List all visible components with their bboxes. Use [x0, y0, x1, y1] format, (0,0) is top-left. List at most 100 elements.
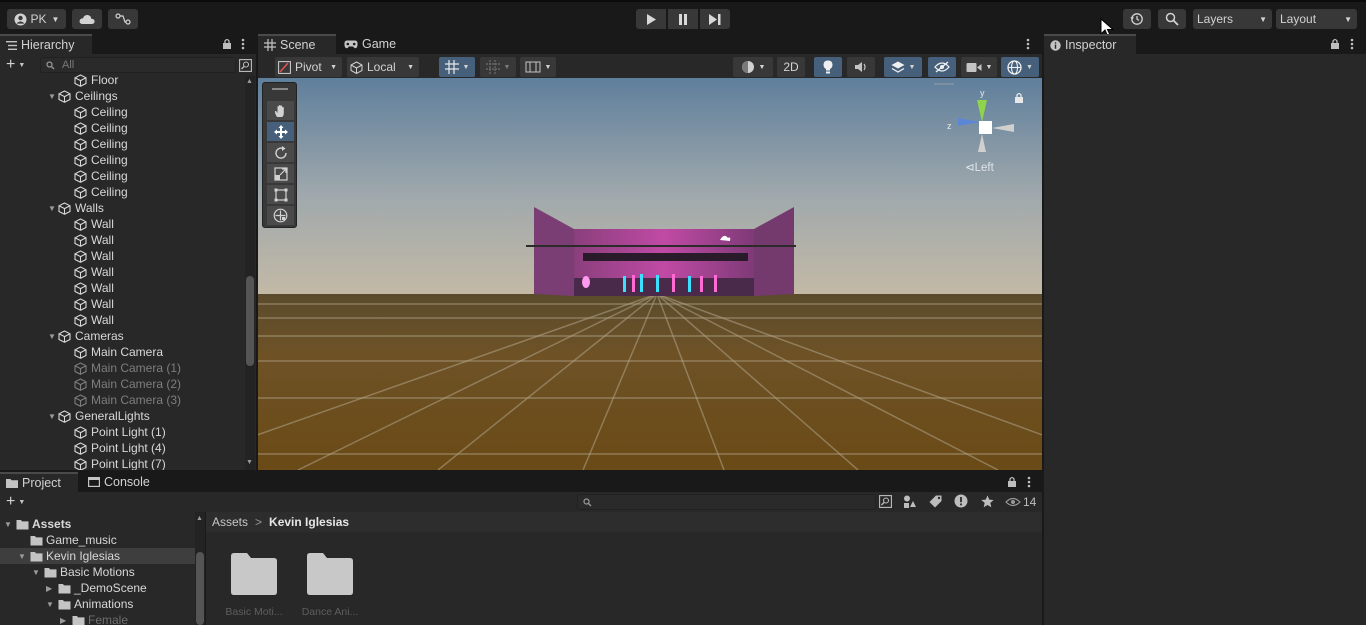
project-tree-scroll-thumb[interactable]: [196, 552, 204, 625]
project-folder-item[interactable]: ▶ Female: [0, 612, 195, 625]
hierarchy-item[interactable]: ▼ Cameras: [48, 328, 124, 344]
filter-type-icon[interactable]: [903, 495, 916, 508]
lock-icon[interactable]: [222, 38, 232, 49]
hierarchy-item[interactable]: ▼ Ceilings: [48, 88, 118, 104]
lock-icon[interactable]: [1007, 476, 1017, 487]
hierarchy-item[interactable]: Wall: [62, 312, 114, 328]
hierarchy-item[interactable]: Ceiling: [62, 168, 128, 184]
project-folder-item[interactable]: ▼ Assets: [0, 516, 195, 532]
scene-search-icon[interactable]: [239, 59, 252, 72]
hierarchy-item[interactable]: Ceiling: [62, 152, 128, 168]
filter-label-icon[interactable]: [929, 495, 942, 508]
breadcrumb-assets[interactable]: Assets: [212, 515, 248, 529]
hierarchy-scrollbar[interactable]: ▲ ▼: [245, 76, 255, 470]
scene-visibility-toggle[interactable]: [928, 57, 956, 77]
pause-button[interactable]: [668, 9, 698, 29]
search-button[interactable]: [1158, 9, 1186, 29]
drag-handle[interactable]: [272, 88, 288, 90]
create-asset-dropdown[interactable]: + ▼: [6, 494, 34, 510]
tab-hierarchy[interactable]: Hierarchy: [0, 34, 92, 54]
grid-snapping-toggle[interactable]: ▼: [439, 57, 475, 77]
create-dropdown[interactable]: + ▼: [6, 57, 34, 73]
hierarchy-item[interactable]: Point Light (7): [62, 456, 166, 470]
layout-dropdown[interactable]: Layout ▼: [1276, 9, 1357, 29]
expand-arrow-icon[interactable]: ▼: [18, 552, 30, 561]
audio-toggle[interactable]: [847, 57, 875, 77]
hierarchy-item[interactable]: Wall: [62, 248, 114, 264]
project-folder-item[interactable]: ▼ Kevin Iglesias: [0, 548, 195, 564]
scale-tool-button[interactable]: [267, 164, 294, 183]
project-folder-item[interactable]: ▶ _DemoScene: [0, 580, 195, 596]
layers-dropdown[interactable]: Layers ▼: [1193, 9, 1272, 29]
tab-inspector[interactable]: Inspector: [1044, 34, 1136, 54]
hierarchy-item[interactable]: Point Light (4): [62, 440, 166, 456]
transform-tool-button[interactable]: [267, 206, 294, 225]
favorite-star-icon[interactable]: [981, 495, 994, 508]
rect-tool-button[interactable]: [267, 185, 294, 204]
move-tool-button[interactable]: [267, 122, 294, 141]
project-folder-item[interactable]: ▼ Animations: [0, 596, 195, 612]
asset-folder-tile[interactable]: Basic Moti...: [224, 552, 284, 622]
scene-camera-dropdown[interactable]: ▼: [961, 57, 997, 77]
tab-scene[interactable]: Scene: [258, 34, 336, 54]
hierarchy-item[interactable]: Wall: [62, 264, 114, 280]
hierarchy-item[interactable]: Main Camera (3): [62, 392, 181, 408]
hierarchy-item[interactable]: Main Camera (1): [62, 360, 181, 376]
hierarchy-item[interactable]: Wall: [62, 296, 114, 312]
increment-snap-dropdown[interactable]: ▼: [480, 57, 516, 77]
warning-filter-icon[interactable]: [954, 494, 968, 508]
project-search-input[interactable]: [577, 494, 876, 510]
expand-arrow-icon[interactable]: ▼: [46, 600, 58, 609]
hand-tool-button[interactable]: [267, 101, 294, 120]
tab-project[interactable]: Project: [0, 472, 78, 492]
hierarchy-item[interactable]: Main Camera: [62, 344, 163, 360]
project-folder-item[interactable]: Game_music: [0, 532, 195, 548]
more-options-icon[interactable]: [1027, 476, 1031, 488]
play-button[interactable]: [636, 9, 666, 29]
scroll-down-icon[interactable]: ▼: [246, 459, 253, 466]
scene-search-icon[interactable]: [879, 495, 892, 508]
expand-arrow-icon[interactable]: ▼: [48, 412, 58, 421]
hierarchy-item[interactable]: Wall: [62, 216, 114, 232]
asset-folder-tile[interactable]: Dance Ani...: [300, 552, 360, 622]
hierarchy-item[interactable]: Wall: [62, 280, 114, 296]
hierarchy-search-input[interactable]: All: [40, 57, 236, 73]
scroll-up-icon[interactable]: ▲: [196, 515, 203, 522]
project-tree-scrollbar[interactable]: ▲: [195, 512, 205, 625]
align-dropdown[interactable]: ▼: [520, 57, 556, 77]
hierarchy-item[interactable]: ▼ Walls: [48, 200, 104, 216]
expand-arrow-icon[interactable]: ▼: [4, 520, 16, 529]
undo-history-button[interactable]: [1123, 9, 1151, 29]
rotate-tool-button[interactable]: [267, 143, 294, 162]
expand-arrow-icon[interactable]: ▼: [48, 332, 58, 341]
hierarchy-item[interactable]: Ceiling: [62, 120, 128, 136]
cloud-button[interactable]: [72, 9, 102, 29]
hierarchy-item[interactable]: Wall: [62, 232, 114, 248]
gizmos-dropdown[interactable]: ▼: [1001, 57, 1039, 77]
hierarchy-scroll-thumb[interactable]: [246, 276, 254, 366]
lock-icon[interactable]: [1330, 38, 1340, 49]
version-control-button[interactable]: [108, 9, 138, 29]
project-folder-item[interactable]: ▼ Basic Motions: [0, 564, 195, 580]
hierarchy-item[interactable]: Point Light (1): [62, 424, 166, 440]
hidden-packages-toggle[interactable]: 14: [1005, 494, 1036, 510]
scroll-up-icon[interactable]: ▲: [246, 78, 253, 85]
more-options-icon[interactable]: [241, 38, 245, 50]
breadcrumb-current[interactable]: Kevin Iglesias: [269, 515, 349, 529]
hierarchy-item[interactable]: Ceiling: [62, 136, 128, 152]
more-options-icon[interactable]: [1026, 38, 1030, 50]
step-button[interactable]: [700, 9, 730, 29]
more-options-icon[interactable]: [1350, 38, 1354, 50]
draw-mode-dropdown[interactable]: ▼: [733, 57, 773, 77]
tab-console[interactable]: Console: [82, 472, 162, 492]
hierarchy-item[interactable]: Ceiling: [62, 104, 128, 120]
hierarchy-item[interactable]: Main Camera (2): [62, 376, 181, 392]
expand-arrow-icon[interactable]: ▼: [48, 204, 58, 213]
effects-dropdown[interactable]: ▼: [884, 57, 922, 77]
gizmo-drag-handle[interactable]: [934, 83, 954, 85]
tab-game[interactable]: Game: [338, 34, 408, 54]
hierarchy-item[interactable]: ▼ GeneralLights: [48, 408, 150, 424]
local-dropdown[interactable]: Local ▼: [347, 57, 419, 77]
pivot-dropdown[interactable]: Pivot ▼: [275, 57, 342, 77]
scene-viewport[interactable]: y z ⊲Left: [258, 78, 1042, 470]
